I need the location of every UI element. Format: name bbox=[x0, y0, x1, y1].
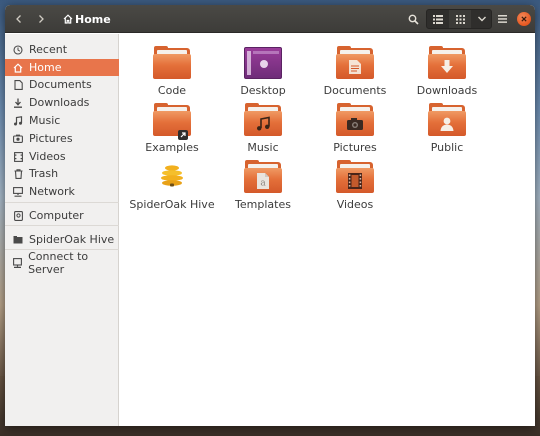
sidebar-item-label: Pictures bbox=[29, 132, 73, 145]
hamburger-menu-icon bbox=[497, 15, 507, 23]
view-switcher bbox=[426, 9, 492, 29]
header-bar: Home bbox=[5, 5, 535, 33]
network-icon bbox=[13, 186, 23, 197]
sidebar-item-label: Connect to Server bbox=[28, 249, 89, 276]
trash-icon bbox=[13, 168, 23, 179]
home-icon bbox=[63, 14, 73, 24]
music-folder-icon bbox=[243, 103, 283, 137]
documents-folder-icon bbox=[335, 46, 375, 80]
grid-view-button[interactable] bbox=[449, 10, 471, 28]
examples-folder-icon bbox=[152, 103, 192, 140]
file-item-examples[interactable]: Examples bbox=[132, 103, 212, 159]
sidebar-item-label: Music bbox=[29, 114, 61, 127]
file-label: Code bbox=[157, 84, 187, 97]
computer-icon bbox=[13, 210, 23, 221]
spideroak-hive-icon bbox=[152, 160, 192, 194]
sidebar-item-label: SpiderOak Hive bbox=[29, 233, 115, 246]
file-item-code[interactable]: Code bbox=[132, 46, 212, 102]
menu-button[interactable] bbox=[492, 8, 512, 30]
downloads-folder-icon bbox=[427, 46, 467, 80]
drive-icon bbox=[13, 235, 23, 245]
file-manager-window: Home Recent Home Documents Downloads Mus… bbox=[5, 5, 535, 426]
sidebar-item-home[interactable]: Home bbox=[5, 59, 119, 76]
sidebar-item-recent[interactable]: Recent bbox=[5, 41, 119, 58]
sidebar-separator bbox=[5, 202, 119, 203]
file-label: Downloads bbox=[416, 84, 478, 97]
file-item-downloads[interactable]: Downloads bbox=[407, 46, 487, 102]
sidebar-item-label: Downloads bbox=[29, 96, 90, 109]
file-grid: Code Desktop Documents Downloads Example… bbox=[120, 34, 535, 426]
music-icon bbox=[13, 115, 23, 126]
clock-icon bbox=[13, 44, 23, 55]
search-icon bbox=[408, 14, 419, 25]
server-icon bbox=[13, 257, 23, 268]
sidebar-item-connect-to-server[interactable]: Connect to Server bbox=[5, 250, 119, 276]
list-view-icon bbox=[433, 14, 443, 24]
file-item-public[interactable]: Public bbox=[407, 103, 487, 159]
svg-text:a: a bbox=[260, 179, 266, 189]
sidebar-item-downloads[interactable]: Downloads bbox=[5, 94, 119, 111]
sidebar-item-computer[interactable]: Computer bbox=[5, 207, 119, 224]
sidebar-item-label: Documents bbox=[29, 78, 92, 91]
camera-icon bbox=[13, 134, 23, 144]
list-view-button[interactable] bbox=[427, 10, 449, 28]
grid-view-icon bbox=[455, 14, 465, 24]
file-item-music[interactable]: Music bbox=[223, 103, 303, 159]
chevron-down-icon bbox=[478, 16, 486, 22]
desktop-folder-icon bbox=[243, 46, 283, 80]
document-icon bbox=[13, 79, 23, 90]
download-icon bbox=[13, 98, 23, 108]
sidebar-item-network[interactable]: Network bbox=[5, 183, 119, 200]
file-label: Examples bbox=[145, 141, 199, 154]
sidebar-item-music[interactable]: Music bbox=[5, 112, 119, 129]
file-item-pictures[interactable]: Pictures bbox=[315, 103, 395, 159]
sidebar-item-label: Videos bbox=[29, 150, 66, 163]
view-options-button[interactable] bbox=[471, 10, 493, 28]
sidebar-item-trash[interactable]: Trash bbox=[5, 165, 119, 182]
sidebar-item-spideroak-hive[interactable]: SpiderOak Hive bbox=[5, 231, 119, 248]
close-button[interactable] bbox=[517, 12, 531, 26]
chevron-left-icon bbox=[16, 15, 21, 23]
file-label: Videos bbox=[336, 198, 374, 211]
chevron-right-icon bbox=[39, 15, 44, 23]
back-button[interactable] bbox=[9, 8, 29, 30]
file-label: Templates bbox=[235, 198, 291, 211]
sidebar-item-pictures[interactable]: Pictures bbox=[5, 130, 119, 147]
path-bar-label: Home bbox=[75, 12, 111, 26]
path-bar-home[interactable]: Home bbox=[57, 8, 117, 30]
file-label: Pictures bbox=[333, 141, 377, 154]
templates-folder-icon: a bbox=[243, 160, 283, 194]
sidebar-item-videos[interactable]: Videos bbox=[5, 148, 119, 165]
sidebar-item-label: Trash bbox=[29, 167, 59, 180]
sidebar-item-label: Home bbox=[29, 61, 62, 74]
file-label: Desktop bbox=[240, 84, 286, 97]
file-label: SpiderOak Hive bbox=[129, 198, 215, 211]
videos-folder-icon bbox=[335, 160, 375, 194]
sidebar-separator bbox=[5, 225, 119, 226]
folder-icon bbox=[152, 46, 192, 80]
file-label: Public bbox=[430, 141, 464, 154]
close-icon bbox=[521, 16, 527, 22]
file-item-documents[interactable]: Documents bbox=[315, 46, 395, 102]
sidebar-item-label: Recent bbox=[29, 43, 68, 56]
sidebar: Recent Home Documents Downloads Music Pi… bbox=[5, 34, 119, 426]
search-button[interactable] bbox=[403, 8, 423, 30]
sidebar-item-label: Network bbox=[29, 185, 75, 198]
file-label: Music bbox=[247, 141, 279, 154]
file-item-spideroak-hive[interactable]: SpiderOak Hive bbox=[129, 160, 215, 216]
file-label: Documents bbox=[323, 84, 387, 97]
public-folder-icon bbox=[427, 103, 467, 137]
file-item-templates[interactable]: a Templates bbox=[223, 160, 303, 216]
film-icon bbox=[13, 151, 23, 162]
sidebar-item-label: Computer bbox=[29, 209, 84, 222]
forward-button[interactable] bbox=[31, 8, 51, 30]
shortcut-arrow-icon bbox=[178, 125, 188, 140]
home-icon bbox=[13, 62, 23, 73]
sidebar-item-documents[interactable]: Documents bbox=[5, 76, 119, 93]
pictures-folder-icon bbox=[335, 103, 375, 137]
file-item-videos[interactable]: Videos bbox=[315, 160, 395, 216]
file-item-desktop[interactable]: Desktop bbox=[223, 46, 303, 102]
